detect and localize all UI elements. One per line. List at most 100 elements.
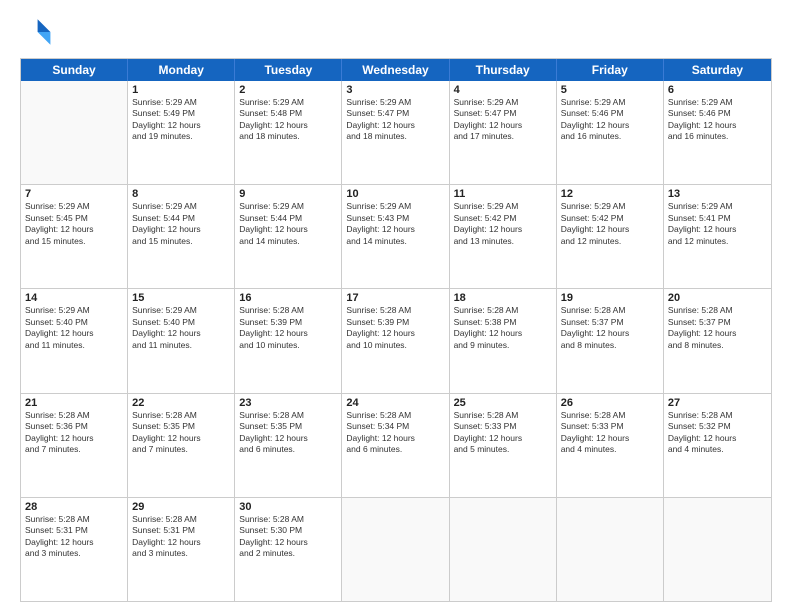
day-number: 11: [454, 188, 552, 200]
day-number: 5: [561, 84, 659, 96]
day-number: 21: [25, 397, 123, 409]
calendar-cell: [21, 81, 128, 184]
calendar-cell: 30Sunrise: 5:28 AM Sunset: 5:30 PM Dayli…: [235, 498, 342, 601]
calendar-cell: 1Sunrise: 5:29 AM Sunset: 5:49 PM Daylig…: [128, 81, 235, 184]
day-info: Sunrise: 5:28 AM Sunset: 5:36 PM Dayligh…: [25, 410, 123, 456]
day-number: 6: [668, 84, 767, 96]
calendar-cell: 15Sunrise: 5:29 AM Sunset: 5:40 PM Dayli…: [128, 289, 235, 392]
day-info: Sunrise: 5:28 AM Sunset: 5:37 PM Dayligh…: [668, 305, 767, 351]
day-number: 7: [25, 188, 123, 200]
calendar-cell: 9Sunrise: 5:29 AM Sunset: 5:44 PM Daylig…: [235, 185, 342, 288]
day-number: 24: [346, 397, 444, 409]
weekday-header-saturday: Saturday: [664, 59, 771, 81]
day-number: 15: [132, 292, 230, 304]
calendar-cell: 14Sunrise: 5:29 AM Sunset: 5:40 PM Dayli…: [21, 289, 128, 392]
calendar-cell: 28Sunrise: 5:28 AM Sunset: 5:31 PM Dayli…: [21, 498, 128, 601]
day-number: 17: [346, 292, 444, 304]
calendar-cell: 19Sunrise: 5:28 AM Sunset: 5:37 PM Dayli…: [557, 289, 664, 392]
day-info: Sunrise: 5:29 AM Sunset: 5:49 PM Dayligh…: [132, 97, 230, 143]
weekday-header-sunday: Sunday: [21, 59, 128, 81]
calendar-row-5: 28Sunrise: 5:28 AM Sunset: 5:31 PM Dayli…: [21, 497, 771, 601]
day-number: 26: [561, 397, 659, 409]
calendar-cell: 27Sunrise: 5:28 AM Sunset: 5:32 PM Dayli…: [664, 394, 771, 497]
day-info: Sunrise: 5:28 AM Sunset: 5:30 PM Dayligh…: [239, 514, 337, 560]
calendar-cell: 2Sunrise: 5:29 AM Sunset: 5:48 PM Daylig…: [235, 81, 342, 184]
calendar-cell: 18Sunrise: 5:28 AM Sunset: 5:38 PM Dayli…: [450, 289, 557, 392]
calendar-row-1: 1Sunrise: 5:29 AM Sunset: 5:49 PM Daylig…: [21, 81, 771, 184]
weekday-header-friday: Friday: [557, 59, 664, 81]
day-info: Sunrise: 5:29 AM Sunset: 5:44 PM Dayligh…: [132, 201, 230, 247]
day-info: Sunrise: 5:29 AM Sunset: 5:46 PM Dayligh…: [668, 97, 767, 143]
calendar-cell: 7Sunrise: 5:29 AM Sunset: 5:45 PM Daylig…: [21, 185, 128, 288]
calendar-cell: 25Sunrise: 5:28 AM Sunset: 5:33 PM Dayli…: [450, 394, 557, 497]
day-number: 18: [454, 292, 552, 304]
calendar-row-2: 7Sunrise: 5:29 AM Sunset: 5:45 PM Daylig…: [21, 184, 771, 288]
calendar-cell: 8Sunrise: 5:29 AM Sunset: 5:44 PM Daylig…: [128, 185, 235, 288]
calendar-cell: 16Sunrise: 5:28 AM Sunset: 5:39 PM Dayli…: [235, 289, 342, 392]
day-info: Sunrise: 5:29 AM Sunset: 5:47 PM Dayligh…: [454, 97, 552, 143]
calendar-cell: 4Sunrise: 5:29 AM Sunset: 5:47 PM Daylig…: [450, 81, 557, 184]
day-info: Sunrise: 5:29 AM Sunset: 5:40 PM Dayligh…: [25, 305, 123, 351]
day-number: 3: [346, 84, 444, 96]
calendar-cell: [450, 498, 557, 601]
day-number: 29: [132, 501, 230, 513]
day-info: Sunrise: 5:28 AM Sunset: 5:35 PM Dayligh…: [132, 410, 230, 456]
page: SundayMondayTuesdayWednesdayThursdayFrid…: [0, 0, 792, 612]
calendar-cell: 21Sunrise: 5:28 AM Sunset: 5:36 PM Dayli…: [21, 394, 128, 497]
calendar: SundayMondayTuesdayWednesdayThursdayFrid…: [20, 58, 772, 602]
day-info: Sunrise: 5:28 AM Sunset: 5:39 PM Dayligh…: [346, 305, 444, 351]
day-info: Sunrise: 5:29 AM Sunset: 5:43 PM Dayligh…: [346, 201, 444, 247]
day-info: Sunrise: 5:28 AM Sunset: 5:34 PM Dayligh…: [346, 410, 444, 456]
calendar-cell: 6Sunrise: 5:29 AM Sunset: 5:46 PM Daylig…: [664, 81, 771, 184]
day-number: 9: [239, 188, 337, 200]
day-number: 8: [132, 188, 230, 200]
header: [20, 16, 772, 48]
day-number: 10: [346, 188, 444, 200]
calendar-cell: 20Sunrise: 5:28 AM Sunset: 5:37 PM Dayli…: [664, 289, 771, 392]
day-number: 28: [25, 501, 123, 513]
calendar-cell: 23Sunrise: 5:28 AM Sunset: 5:35 PM Dayli…: [235, 394, 342, 497]
calendar-cell: 26Sunrise: 5:28 AM Sunset: 5:33 PM Dayli…: [557, 394, 664, 497]
calendar-row-4: 21Sunrise: 5:28 AM Sunset: 5:36 PM Dayli…: [21, 393, 771, 497]
calendar-cell: 11Sunrise: 5:29 AM Sunset: 5:42 PM Dayli…: [450, 185, 557, 288]
weekday-header-thursday: Thursday: [450, 59, 557, 81]
calendar-cell: 5Sunrise: 5:29 AM Sunset: 5:46 PM Daylig…: [557, 81, 664, 184]
day-info: Sunrise: 5:29 AM Sunset: 5:45 PM Dayligh…: [25, 201, 123, 247]
day-info: Sunrise: 5:29 AM Sunset: 5:48 PM Dayligh…: [239, 97, 337, 143]
calendar-cell: 24Sunrise: 5:28 AM Sunset: 5:34 PM Dayli…: [342, 394, 449, 497]
day-info: Sunrise: 5:28 AM Sunset: 5:31 PM Dayligh…: [132, 514, 230, 560]
day-number: 22: [132, 397, 230, 409]
day-info: Sunrise: 5:29 AM Sunset: 5:41 PM Dayligh…: [668, 201, 767, 247]
calendar-cell: 29Sunrise: 5:28 AM Sunset: 5:31 PM Dayli…: [128, 498, 235, 601]
day-number: 13: [668, 188, 767, 200]
day-number: 4: [454, 84, 552, 96]
calendar-cell: 10Sunrise: 5:29 AM Sunset: 5:43 PM Dayli…: [342, 185, 449, 288]
day-number: 1: [132, 84, 230, 96]
day-info: Sunrise: 5:29 AM Sunset: 5:47 PM Dayligh…: [346, 97, 444, 143]
calendar-cell: 13Sunrise: 5:29 AM Sunset: 5:41 PM Dayli…: [664, 185, 771, 288]
day-number: 30: [239, 501, 337, 513]
day-number: 25: [454, 397, 552, 409]
day-info: Sunrise: 5:29 AM Sunset: 5:46 PM Dayligh…: [561, 97, 659, 143]
day-number: 19: [561, 292, 659, 304]
day-number: 23: [239, 397, 337, 409]
day-info: Sunrise: 5:28 AM Sunset: 5:35 PM Dayligh…: [239, 410, 337, 456]
day-info: Sunrise: 5:28 AM Sunset: 5:31 PM Dayligh…: [25, 514, 123, 560]
calendar-cell: [342, 498, 449, 601]
day-number: 12: [561, 188, 659, 200]
calendar-cell: 17Sunrise: 5:28 AM Sunset: 5:39 PM Dayli…: [342, 289, 449, 392]
day-number: 14: [25, 292, 123, 304]
logo-icon: [20, 16, 52, 48]
day-info: Sunrise: 5:29 AM Sunset: 5:42 PM Dayligh…: [561, 201, 659, 247]
calendar-body: 1Sunrise: 5:29 AM Sunset: 5:49 PM Daylig…: [21, 81, 771, 601]
day-number: 16: [239, 292, 337, 304]
day-info: Sunrise: 5:28 AM Sunset: 5:39 PM Dayligh…: [239, 305, 337, 351]
calendar-cell: [557, 498, 664, 601]
weekday-header-monday: Monday: [128, 59, 235, 81]
day-number: 2: [239, 84, 337, 96]
logo: [20, 16, 56, 48]
day-info: Sunrise: 5:28 AM Sunset: 5:32 PM Dayligh…: [668, 410, 767, 456]
day-number: 20: [668, 292, 767, 304]
calendar-row-3: 14Sunrise: 5:29 AM Sunset: 5:40 PM Dayli…: [21, 288, 771, 392]
day-info: Sunrise: 5:28 AM Sunset: 5:33 PM Dayligh…: [454, 410, 552, 456]
